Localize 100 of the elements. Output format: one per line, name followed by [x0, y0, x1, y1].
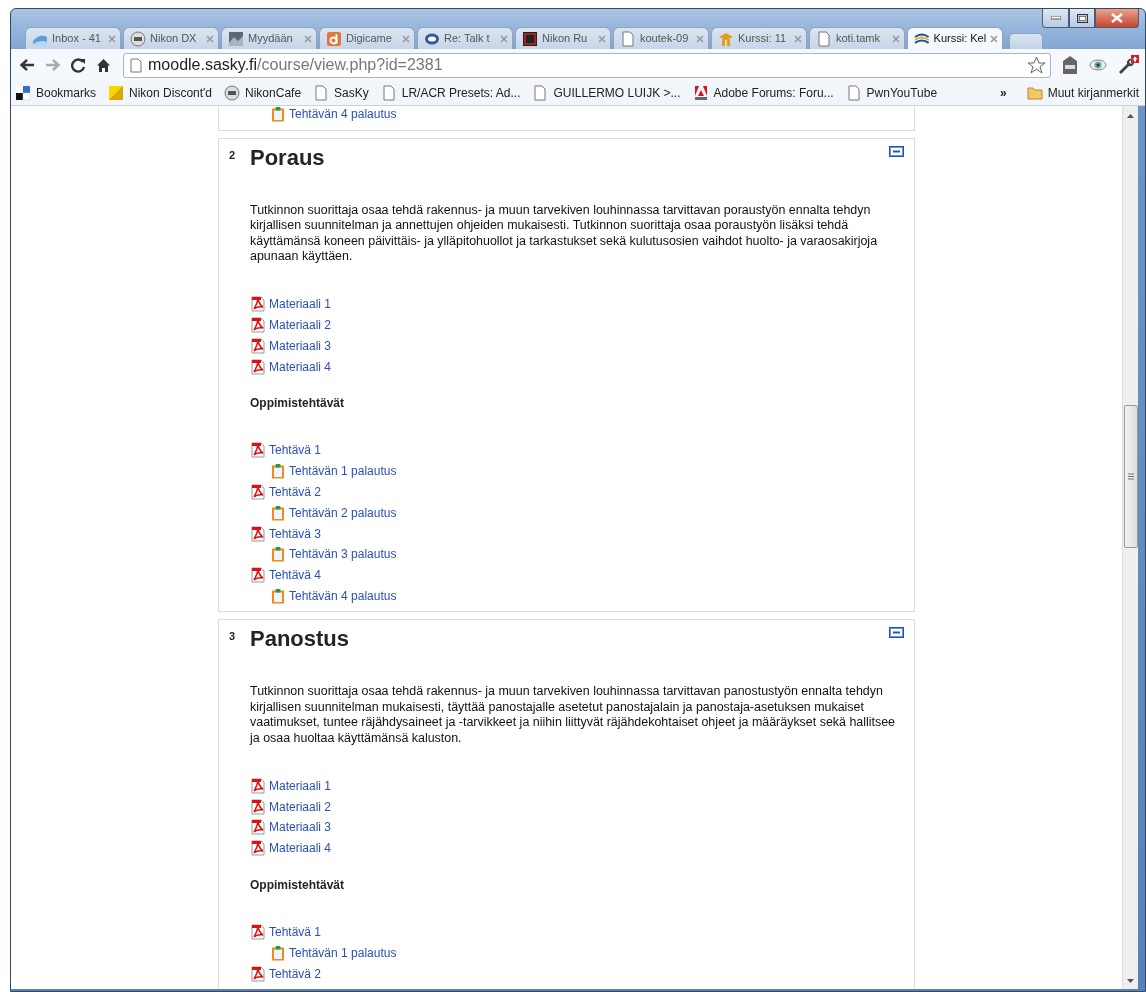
- pdf-icon: [250, 296, 266, 313]
- tab-title: Re: Talk t: [444, 31, 491, 47]
- assignment-icon: [270, 587, 286, 604]
- back-button[interactable]: [19, 58, 35, 72]
- maximize-icon: [1076, 13, 1088, 23]
- scroll-thumb[interactable]: [1123, 405, 1138, 548]
- browser-tab[interactable]: koutek-09: [613, 27, 709, 49]
- page-icon: [620, 30, 636, 47]
- bookmark[interactable]: Nikon Discont'd: [108, 84, 213, 102]
- minimize-button[interactable]: [1042, 9, 1069, 28]
- pdf-icon: [250, 442, 266, 459]
- home-button[interactable]: [96, 57, 111, 73]
- resource-link[interactable]: Materiaali 3: [269, 336, 332, 355]
- pdf-icon: [250, 923, 266, 940]
- section-title: Poraus: [250, 143, 326, 172]
- resource-link[interactable]: Materiaali 1: [269, 295, 332, 314]
- tab-title: Nikon Ru: [542, 31, 589, 47]
- browser-tab[interactable]: Kurssi: Kel: [907, 27, 1003, 49]
- browser-tab[interactable]: Nikon DX: [123, 27, 219, 49]
- resource-link[interactable]: Materiaali 1: [269, 776, 332, 795]
- tab-title: Inbox - 41: [52, 31, 102, 47]
- tab-title: Kurssi: 11: [738, 31, 788, 47]
- assignment-link[interactable]: Tehtävän 1 palautus: [289, 462, 397, 481]
- reload-button[interactable]: [71, 57, 86, 73]
- tab-title: Kurssi: Kel: [933, 31, 987, 47]
- tab-title: koti.tamk: [836, 31, 881, 47]
- section-subheading: Oppimistehtävät: [250, 395, 346, 411]
- site-icon: [522, 30, 538, 47]
- bookmark[interactable]: LR/ACR Presets: Ad...: [380, 84, 521, 102]
- assignment-link[interactable]: Tehtävän 4 palautus: [289, 106, 397, 124]
- bookmark[interactable]: Bookmarks: [15, 84, 97, 102]
- page-icon: [845, 85, 862, 101]
- scroll-up-icon[interactable]: [1127, 114, 1134, 118]
- pdf-icon: [250, 317, 266, 333]
- pdf-icon: [250, 798, 266, 815]
- eye-icon[interactable]: [1089, 59, 1107, 71]
- assignment-link[interactable]: Tehtävän 3 palautus: [289, 545, 397, 564]
- resource-link[interactable]: Tehtävä 2: [269, 964, 322, 983]
- collapse-icon[interactable]: [889, 627, 904, 639]
- pdf-icon: [250, 567, 266, 584]
- wrench-icon[interactable]: [1117, 55, 1139, 75]
- page-icon: [816, 30, 832, 47]
- collapse-icon[interactable]: [889, 145, 904, 157]
- section-number: 2: [229, 147, 237, 163]
- minimize-icon: [1050, 16, 1061, 20]
- pdf-icon: [250, 483, 266, 500]
- resource-link[interactable]: Tehtävä 2: [269, 482, 322, 501]
- browser-tab[interactable]: Kurssi: 11: [711, 27, 807, 49]
- resource-link[interactable]: Materiaali 4: [269, 357, 332, 376]
- assignment-link[interactable]: Tehtävän 2 palautus: [289, 503, 397, 522]
- tag-extension-icon[interactable]: [1061, 55, 1079, 75]
- assignment-icon: [270, 546, 286, 563]
- section-summary: Tutkinnon suorittaja osaa tehdä rakennus- ja muun tarvekiven louhinnassa tarvittavan poraustyön ennalta tehdyn kirjallisen suunnitelman ja annettujen ohjeiden mukaisesti. Tutkinnon suorittaja osaa poraustyön lisäksi tehdä käyttämänsä koneen päivittäis- ja ylläpitohuollot ja tarkastukset sekä kulutusosien vaihdot huolto- ja varaosakirjoja apunaan käyttäen.: [250, 202, 879, 265]
- address-field[interactable]: moodle.sasky.fi/course/view.php?id=2381: [123, 52, 1051, 78]
- resource-link[interactable]: Materiaali 4: [269, 839, 332, 858]
- scroll-down-icon[interactable]: [1127, 979, 1134, 983]
- maximize-button[interactable]: [1069, 9, 1095, 28]
- page-icon: [313, 85, 330, 101]
- browser-tab[interactable]: koti.tamk: [809, 27, 905, 49]
- page-icon: [532, 85, 549, 101]
- pdf-icon: [250, 965, 266, 982]
- bookmark[interactable]: PwnYouTube: [845, 84, 938, 102]
- star-icon[interactable]: [1027, 56, 1046, 74]
- pdf-icon: [250, 358, 266, 375]
- browser-tab[interactable]: Nikon Ru: [515, 27, 611, 49]
- browser-tab[interactable]: Myydään: [221, 27, 317, 49]
- pdf-icon: [250, 840, 266, 857]
- site-icon: [326, 30, 342, 47]
- bookmark[interactable]: NikonCafe: [224, 84, 302, 102]
- pdf-icon: [250, 337, 266, 354]
- resource-link[interactable]: Tehtävä 1: [269, 441, 322, 460]
- assignment-icon: [270, 463, 286, 480]
- assignment-link[interactable]: Tehtävän 1 palautus: [289, 943, 397, 962]
- close-icon[interactable]: [990, 34, 998, 43]
- browser-tab[interactable]: Re: Talk t: [417, 27, 513, 49]
- other-bookmarks-folder[interactable]: Muut kirjanmerkit: [1026, 84, 1139, 102]
- resource-link[interactable]: Materiaali 2: [269, 797, 332, 816]
- badge-icon: [130, 30, 146, 47]
- bookmark[interactable]: GUILLERMO LUIJK >...: [532, 84, 681, 102]
- close-icon: [1111, 13, 1123, 23]
- section-number: 3: [229, 629, 237, 645]
- bookmark[interactable]: Adobe Forums: Foru...: [692, 84, 834, 102]
- pdf-icon: [250, 819, 266, 836]
- close-button[interactable]: [1095, 9, 1139, 28]
- browser-tab[interactable]: Inbox - 41: [25, 27, 121, 49]
- resource-link[interactable]: Tehtävä 1: [269, 922, 322, 941]
- browser-tab[interactable]: Digicame: [319, 27, 415, 49]
- assignment-link[interactable]: Tehtävän 4 palautus: [289, 586, 397, 605]
- tab-title: Digicame: [346, 31, 393, 47]
- scrollbar[interactable]: [1122, 106, 1138, 989]
- resource-link[interactable]: Materiaali 3: [269, 818, 332, 837]
- bookmark[interactable]: SasKy: [313, 84, 369, 102]
- resource-link[interactable]: Tehtävä 4: [269, 566, 322, 585]
- site-icon: [108, 85, 125, 101]
- section-summary: Tutkinnon suorittaja osaa tehdä rakennus- ja muun tarvekiven louhinnassa tarvittavan panostustyön ennalta tehdyn kirjallisen suunnitelman mukaisesti, täyttää panostajalle asetetut panostajalain ja panostaja-asetuksen mukaiset vaatimukset, tuntee räjähdysaineet ja -tarvikkeet ja niihin liittyvät räjähdekohtaiset ohjeet ja määräykset sekä hallitsee ja osaa huoltaa käyttämänsä kaluston.: [250, 684, 897, 747]
- page-icon: [130, 57, 142, 73]
- resource-link[interactable]: Tehtävä 3: [269, 524, 322, 543]
- resource-link[interactable]: Materiaali 2: [269, 316, 332, 334]
- more-bookmarks-button[interactable]: »: [999, 84, 1007, 102]
- tab-title: Nikon DX: [150, 31, 198, 47]
